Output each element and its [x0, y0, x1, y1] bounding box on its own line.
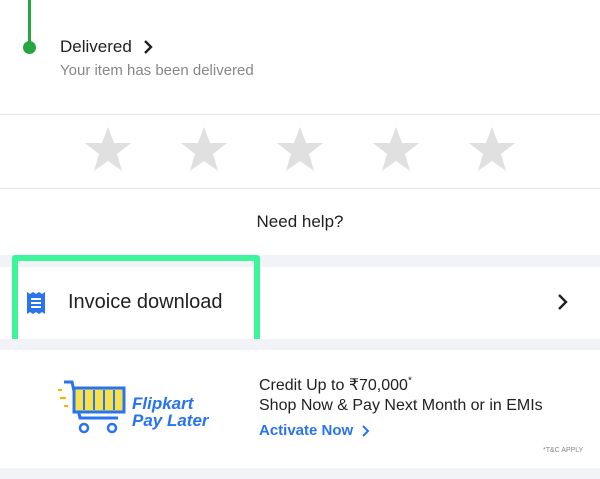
- need-help-button[interactable]: Need help?: [0, 189, 600, 255]
- star-4-icon[interactable]: [371, 125, 421, 175]
- section-gap: [0, 339, 600, 350]
- credit-text: Credit Up to ₹70,000*: [259, 375, 412, 395]
- activate-now-link[interactable]: Activate Now: [259, 422, 370, 439]
- timeline-dot: [23, 41, 36, 54]
- star-2-icon[interactable]: [179, 125, 229, 175]
- order-status-section: Delivered Your item has been delivered: [0, 0, 600, 114]
- brand-pay-later: Pay Later: [132, 411, 209, 430]
- credit-asterisk: *: [407, 375, 412, 387]
- promo-tagline: Shop Now & Pay Next Month or in EMIs: [259, 397, 543, 414]
- activate-now-label: Activate Now: [259, 422, 354, 439]
- credit-amount-text: Credit Up to ₹70,000: [259, 377, 408, 394]
- timeline-line: [28, 0, 31, 42]
- need-help-label: Need help?: [256, 212, 344, 231]
- chevron-right-icon: [362, 424, 370, 437]
- chevron-right-icon: [558, 294, 568, 310]
- status-title: Delivered: [60, 37, 132, 56]
- star-1-icon[interactable]: [83, 125, 133, 175]
- chevron-right-icon: [142, 39, 154, 55]
- section-gap: [0, 468, 600, 479]
- delivered-status-link[interactable]: Delivered: [60, 37, 154, 57]
- star-3-icon[interactable]: [275, 125, 325, 175]
- terms-note: *T&C APPLY: [543, 447, 584, 454]
- star-5-icon[interactable]: [467, 125, 517, 175]
- status-subtitle: Your item has been delivered: [60, 62, 254, 79]
